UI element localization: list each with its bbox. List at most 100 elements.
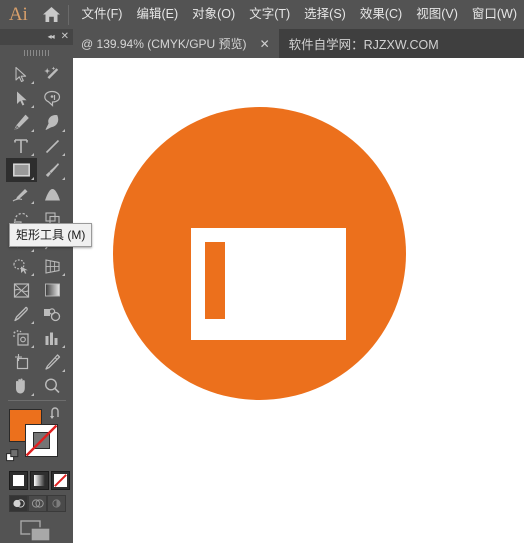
tool-type[interactable] (6, 134, 37, 158)
screen-mode-icon (19, 520, 51, 542)
pen-nib-icon (13, 114, 29, 130)
tool-eyedropper[interactable] (6, 302, 37, 326)
tool-magic-wand[interactable] (37, 62, 68, 86)
tool-zoom[interactable] (37, 374, 68, 398)
gradient-fill-button[interactable] (30, 471, 49, 490)
draw-inside-button[interactable] (47, 495, 66, 512)
tool-lasso[interactable] (37, 86, 68, 110)
line-segment-icon (45, 139, 59, 153)
app-logo: Ai (8, 4, 28, 25)
selection-arrow-icon (14, 66, 26, 82)
menu-file[interactable]: 文件(F) (75, 0, 130, 29)
collapse-panel-icon[interactable]: ◂◂ (48, 33, 55, 41)
default-fill-stroke-button[interactable] (6, 449, 21, 469)
shape-builder-icon (13, 258, 28, 274)
curvature-pen-icon (45, 114, 58, 130)
tool-curvature[interactable] (37, 110, 68, 134)
menu-window[interactable]: 窗口(W) (465, 0, 524, 29)
tool-paintbrush[interactable] (37, 158, 68, 182)
draw-behind-button[interactable] (28, 495, 47, 512)
tool-perspective-grid[interactable] (37, 254, 68, 278)
flyout-indicator (30, 81, 34, 84)
paintbrush-icon (45, 163, 59, 177)
tools-panel-header: ◂◂ ✕ (0, 29, 73, 45)
gradient-icon (34, 475, 45, 486)
magnifier-icon (44, 378, 60, 394)
swap-arrow-icon (50, 407, 59, 419)
column-graph-icon (45, 332, 57, 345)
artboard-canvas[interactable] (73, 58, 524, 543)
tool-artboard[interactable] (6, 350, 37, 374)
flyout-indicator (30, 393, 34, 396)
menu-edit[interactable]: 编辑(E) (129, 0, 185, 29)
none-fill-button[interactable] (51, 471, 70, 490)
menu-bar: Ai 文件(F) 编辑(E) 对象(O) 文字(T) 选择(S) 效果(C) 视… (0, 0, 524, 29)
tool-selection[interactable] (6, 62, 37, 86)
tools-panel-drag-handle[interactable] (0, 45, 73, 61)
default-colors-icon (6, 449, 19, 462)
draw-normal-icon (13, 499, 25, 508)
flyout-indicator (61, 129, 65, 132)
tool-direct-selection[interactable] (6, 86, 37, 110)
menu-type[interactable]: 文字(T) (242, 0, 297, 29)
tool-blob-brush[interactable] (37, 182, 68, 206)
tool-gradient[interactable] (37, 278, 68, 302)
tool-pen[interactable] (6, 110, 37, 134)
lasso-icon (43, 90, 60, 107)
swap-fill-stroke-button[interactable] (49, 407, 65, 426)
tool-tooltip: 矩形工具 (M) (9, 223, 93, 247)
drawing-mode-buttons (9, 495, 66, 512)
stroke-color-swatch[interactable] (25, 424, 58, 457)
flyout-indicator (30, 345, 34, 348)
tool-blend[interactable] (37, 302, 68, 326)
shaper-icon (12, 189, 27, 202)
menu-object[interactable]: 对象(O) (185, 0, 242, 29)
document-tab[interactable]: @ 139.94% (CMYK/GPU 预览) ✕ (73, 29, 279, 58)
tool-rectangle[interactable] (5, 158, 37, 182)
flyout-indicator (30, 321, 34, 324)
perspective-grid-icon (44, 258, 60, 274)
document-tab-bar: @ 139.94% (CMYK/GPU 预览) ✕ 软件自学网：RJZXW.CO… (73, 29, 524, 58)
artboard-icon (14, 354, 28, 370)
rectangle-icon (12, 163, 30, 177)
change-screen-mode-button[interactable] (0, 519, 73, 543)
tool-slice[interactable] (37, 350, 68, 374)
color-fill-button[interactable] (9, 471, 28, 490)
color-controls (0, 405, 73, 542)
close-document-icon[interactable]: ✕ (257, 36, 273, 52)
tool-mesh[interactable] (6, 278, 37, 302)
fill-type-buttons (9, 471, 70, 490)
flyout-indicator (61, 177, 65, 180)
tool-hand[interactable] (6, 374, 37, 398)
flyout-indicator (61, 273, 65, 276)
artwork-orange-bar[interactable] (205, 242, 225, 319)
tool-shaper[interactable] (6, 182, 37, 206)
tool-shape-builder[interactable] (6, 254, 37, 278)
gradient-icon (44, 283, 60, 297)
draw-inside-icon (52, 499, 61, 508)
blend-icon (44, 307, 61, 321)
close-panel-icon[interactable]: ✕ (61, 32, 69, 42)
magic-wand-icon (43, 66, 58, 79)
symbol-sprayer-icon (12, 330, 29, 346)
menu-select[interactable]: 选择(S) (297, 0, 353, 29)
flyout-indicator (30, 273, 34, 276)
document-tab-label: @ 139.94% (CMYK/GPU 预览) (81, 37, 247, 51)
flyout-indicator (30, 201, 34, 204)
tool-symbol-sprayer[interactable] (6, 326, 37, 350)
mesh-icon (13, 282, 29, 298)
flyout-indicator (30, 177, 34, 180)
menu-effect[interactable]: 效果(C) (353, 0, 409, 29)
flyout-indicator (30, 153, 34, 156)
draw-normal-button[interactable] (9, 495, 28, 512)
tool-line-segment[interactable] (37, 134, 68, 158)
no-stroke-slash (25, 424, 58, 457)
menu-divider (67, 4, 69, 25)
blob-brush-icon (44, 188, 60, 200)
slice-knife-icon (44, 354, 60, 370)
home-button[interactable] (37, 0, 66, 29)
tool-column-graph[interactable] (37, 326, 68, 350)
home-icon (42, 7, 60, 22)
menu-view[interactable]: 视图(V) (409, 0, 465, 29)
direct-selection-arrow-icon (16, 91, 27, 105)
